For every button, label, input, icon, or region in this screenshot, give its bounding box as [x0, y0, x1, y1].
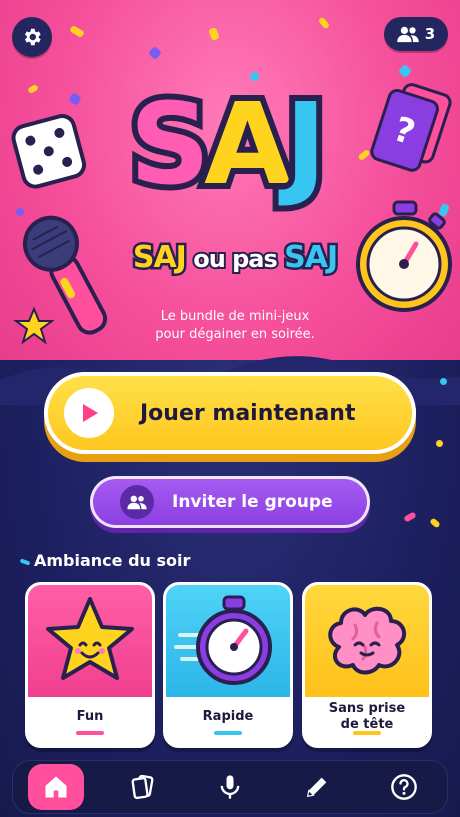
tagline-line-1: Le bundle de mini-jeux	[160, 309, 310, 324]
logo-letter-a: A	[198, 74, 297, 216]
play-icon	[83, 404, 98, 422]
logo-letter-s: S	[124, 74, 217, 216]
play-now-label: Jouer maintenant	[140, 400, 356, 426]
question-cards-icon: ?	[370, 83, 452, 172]
play-now-button[interactable]: Jouer maintenant	[44, 372, 416, 454]
bottom-nav	[12, 760, 448, 814]
play-icon-circle	[64, 388, 114, 438]
microphone-icon	[220, 775, 240, 799]
nav-cards[interactable]	[115, 764, 171, 810]
brain-icon	[328, 606, 407, 675]
ambiance-title: Ambiance du soir	[34, 551, 191, 570]
pencil-icon	[306, 777, 327, 798]
ambiance-card-sans-prise-de-tete[interactable]: Sans prise de tête	[302, 582, 432, 748]
card-fun-illustration	[28, 585, 152, 697]
subtitle-saj-2: SAJ	[282, 238, 341, 278]
nav-home[interactable]	[28, 764, 85, 810]
settings-button[interactable]	[12, 17, 52, 57]
players-count-button[interactable]: 3	[384, 17, 448, 51]
card-rapide-label: Rapide	[202, 709, 254, 724]
tagline-line-2: pour dégainer en soirée.	[155, 327, 315, 342]
card-sans-illustration	[305, 585, 429, 697]
stopwatch-icon	[174, 595, 272, 685]
subtitle-saj-1: SAJ	[130, 238, 189, 278]
star-icon	[14, 306, 54, 345]
group-icon	[396, 26, 419, 43]
group-icon	[127, 495, 147, 510]
ambiance-card-fun[interactable]: Fun	[25, 582, 155, 748]
cards-icon	[131, 774, 154, 800]
card-fun-label: Fun	[76, 709, 104, 724]
help-icon	[390, 774, 417, 800]
card-sans-label: Sans prise de tête	[305, 701, 429, 733]
card-sans-bar	[353, 731, 381, 735]
invite-icon-circle	[120, 485, 154, 519]
app-logo: SAJ	[90, 70, 360, 230]
tagline: Le bundle de mini-jeux pour dégainer en …	[130, 308, 340, 344]
card-sans-label-line-1: Sans prise	[328, 701, 406, 716]
card-rapide-illustration	[166, 585, 290, 697]
dice-icon	[11, 114, 87, 189]
nav-help[interactable]	[376, 764, 432, 810]
home-icon	[45, 776, 67, 798]
logo-subtitle: SAJ ou pas SAJ	[100, 238, 370, 278]
nav-pencil[interactable]	[289, 764, 345, 810]
card-rapide-bar	[214, 731, 242, 735]
star-icon	[46, 597, 134, 680]
logo-letter-j: J	[279, 74, 333, 216]
invite-group-button[interactable]: Inviter le groupe	[90, 476, 370, 528]
players-count: 3	[424, 25, 436, 43]
subtitle-ou-pas: ou pas	[185, 243, 285, 275]
nav-microphone[interactable]	[202, 764, 258, 810]
ambiance-card-rapide[interactable]: Rapide	[163, 582, 293, 748]
card-fun-bar	[76, 731, 104, 735]
gear-icon	[24, 28, 41, 46]
invite-group-label: Inviter le groupe	[172, 492, 333, 512]
